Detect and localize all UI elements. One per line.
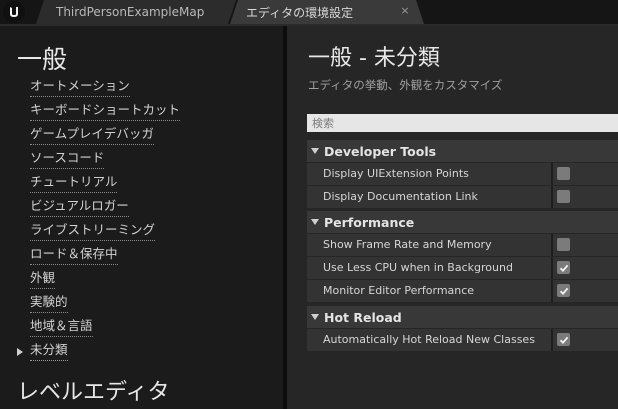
sidebar-item-visual-logger[interactable]: ビジュアルロガー (30, 196, 129, 217)
sidebar-item-source-code[interactable]: ソースコード (30, 148, 105, 169)
show-frame-rate-checkbox[interactable] (557, 238, 570, 251)
property-row: Use Less CPU when in Background (307, 257, 618, 279)
column-splitter[interactable] (551, 280, 553, 302)
property-row: Monitor Editor Performance (307, 280, 618, 302)
column-splitter[interactable] (551, 163, 553, 185)
tab-editor-preferences[interactable]: エディタの環境設定 × (230, 0, 424, 24)
sidebar: 一般 オートメーション キーボードショートカット ゲームプレイデバッガ ソースコ… (0, 26, 283, 409)
property-label: Display Documentation Link (323, 190, 478, 203)
property-row: Display UIExtension Points (307, 163, 618, 185)
triangle-down-icon (311, 148, 319, 154)
category-performance[interactable]: Performance (307, 211, 618, 233)
property-label: Show Frame Rate and Memory (323, 238, 492, 251)
triangle-down-icon (311, 314, 319, 320)
sidebar-section-title: 一般 (17, 45, 68, 74)
page-title: 一般 - 未分類 (308, 46, 440, 71)
category-developer-tools[interactable]: Developer Tools (307, 140, 618, 162)
sidebar-item-loading-saving[interactable]: ロード＆保存中 (30, 244, 118, 265)
page-subtitle: エディタの挙動、外観をカスタマイズ (308, 78, 503, 92)
property-label: Automatically Hot Reload New Classes (323, 333, 535, 346)
unreal-logo-icon[interactable] (3, 1, 25, 23)
tab-editor-preferences-label: エディタの環境設定 (246, 5, 354, 20)
monitor-editor-performance-checkbox[interactable] (557, 284, 570, 297)
property-label: Display UIExtension Points (323, 167, 469, 180)
column-splitter[interactable] (551, 234, 553, 256)
display-documentation-link-checkbox[interactable] (557, 190, 570, 203)
tab-map[interactable]: ThirdPersonExampleMap (36, 0, 236, 24)
column-splitter[interactable] (551, 186, 553, 208)
sidebar-item-appearance[interactable]: 外観 (30, 268, 56, 289)
checkmark-icon (559, 336, 568, 344)
sidebar-item-automation[interactable]: オートメーション (30, 76, 130, 97)
triangle-right-icon (17, 348, 23, 356)
display-uiextension-points-checkbox[interactable] (557, 167, 570, 180)
category-label: Hot Reload (324, 309, 402, 325)
column-splitter[interactable] (551, 329, 553, 351)
property-row: Automatically Hot Reload New Classes (307, 329, 618, 351)
property-label: Monitor Editor Performance (323, 284, 475, 297)
sidebar-item-region-language[interactable]: 地域＆言語 (30, 316, 93, 337)
property-label: Use Less CPU when in Background (323, 261, 513, 274)
category-label: Developer Tools (324, 143, 437, 159)
sidebar-item-tutorials[interactable]: チュートリアル (30, 172, 118, 193)
sidebar-item-gameplay-debugger[interactable]: ゲームプレイデバッガ (30, 124, 154, 145)
sidebar-item-keyboard-shortcuts[interactable]: キーボードショートカット (30, 100, 181, 121)
sidebar-item-miscellaneous[interactable]: 未分類 (30, 340, 68, 361)
tab-bar: ThirdPersonExampleMap エディタの環境設定 × (0, 0, 618, 26)
search-input[interactable] (307, 114, 618, 132)
settings-panel: 一般 - 未分類 エディタの挙動、外観をカスタマイズ Developer Too… (287, 26, 618, 409)
category-label: Performance (324, 214, 415, 230)
property-row: Display Documentation Link (307, 186, 618, 208)
close-icon[interactable]: × (398, 4, 412, 18)
sidebar-next-section-title: レベルエディタ (17, 380, 170, 405)
property-row: Show Frame Rate and Memory (307, 234, 618, 256)
triangle-down-icon (311, 219, 319, 225)
checkmark-icon (559, 264, 568, 272)
use-less-cpu-checkbox[interactable] (557, 261, 570, 274)
tab-map-label: ThirdPersonExampleMap (56, 5, 205, 19)
auto-hot-reload-checkbox[interactable] (557, 333, 570, 346)
checkmark-icon (559, 287, 568, 295)
category-hot-reload[interactable]: Hot Reload (307, 306, 618, 328)
column-splitter[interactable] (551, 257, 553, 279)
sidebar-item-experimental[interactable]: 実験的 (30, 292, 68, 313)
sidebar-item-live-streaming[interactable]: ライブストリーミング (30, 220, 156, 241)
